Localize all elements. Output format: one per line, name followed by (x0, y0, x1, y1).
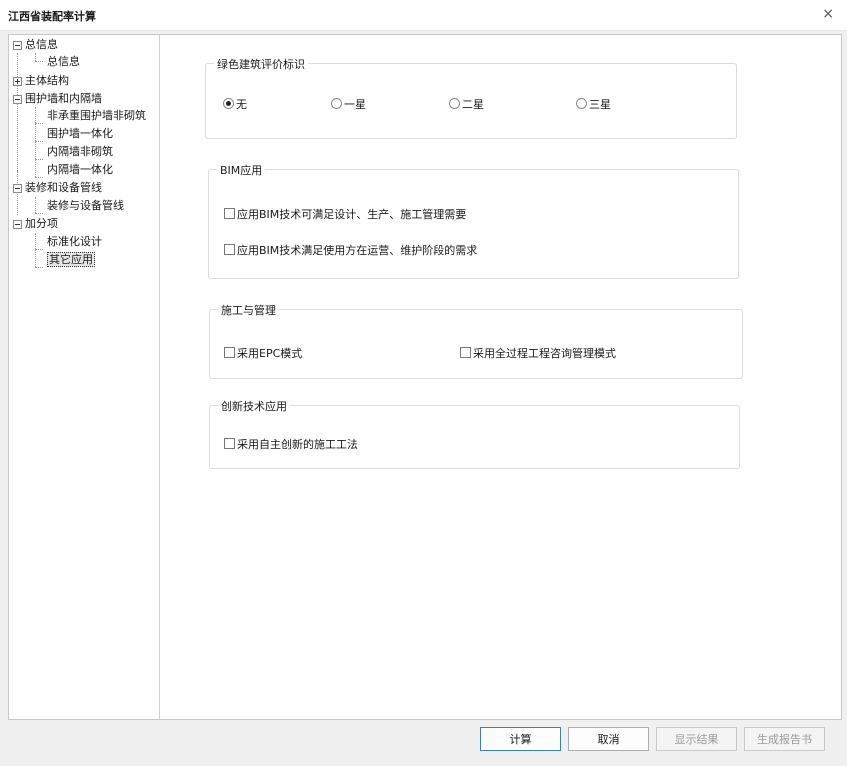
generate-report-button[interactable]: 生成报告书 (744, 727, 825, 751)
tree-node-main-structure[interactable]: 主体结构 (13, 73, 69, 89)
innovation-title: 创新技术应用 (218, 398, 290, 414)
calculate-button[interactable]: 计算 (480, 727, 561, 751)
show-result-button[interactable]: 显示结果 (656, 727, 737, 751)
collapse-icon[interactable] (13, 219, 22, 229)
checkbox-icon (224, 208, 235, 219)
checkbox-innovation[interactable]: 采用自主创新的施工工法 (224, 436, 358, 452)
green-rating-title: 绿色建筑评价标识 (214, 56, 308, 72)
collapse-icon[interactable] (13, 40, 22, 50)
checkbox-bim-operation[interactable]: 应用BIM技术满足使用方在运营、维护阶段的需求 (224, 242, 477, 258)
radio-icon (331, 98, 342, 109)
tree-leaf-partition-nonmasonry[interactable]: 内隔墙非砌筑 (47, 144, 113, 160)
tree-leaf-nonload-wall[interactable]: 非承重围护墙非砌筑 (47, 108, 146, 124)
tree-leaf-partition-integration[interactable]: 内隔墙一体化 (47, 162, 113, 178)
cancel-button[interactable]: 取消 (568, 727, 649, 751)
bim-title: BIM应用 (217, 162, 266, 178)
tree-leaf-decoration-pipes[interactable]: 装修与设备管线 (47, 198, 124, 214)
collapse-icon[interactable] (13, 183, 22, 193)
construction-title: 施工与管理 (218, 302, 279, 318)
tree-node-decoration[interactable]: 装修和设备管线 (13, 180, 102, 196)
green-rating-group: 绿色建筑评价标识 无 一星 二星 三星 (205, 56, 737, 139)
radio-two-star[interactable]: 二星 (449, 96, 484, 112)
radio-none[interactable]: 无 (223, 96, 247, 112)
checkbox-epc[interactable]: 采用EPC模式 (224, 345, 302, 361)
tree-leaf-standard-design[interactable]: 标准化设计 (47, 234, 102, 250)
nav-tree: 总信息 总信息 主体结构 围护墙和内隔墙 非承重围护墙非砌筑 围护墙一体化 内隔… (9, 35, 160, 719)
collapse-icon[interactable] (13, 94, 22, 104)
checkbox-icon (224, 438, 235, 449)
radio-icon (576, 98, 587, 109)
radio-three-star[interactable]: 三星 (576, 96, 611, 112)
close-icon[interactable]: × (822, 6, 834, 22)
tree-node-bonus[interactable]: 加分项 (13, 216, 58, 232)
checkbox-icon (224, 347, 235, 358)
main-panel: 总信息 总信息 主体结构 围护墙和内隔墙 非承重围护墙非砌筑 围护墙一体化 内隔… (8, 34, 842, 720)
innovation-group: 创新技术应用 采用自主创新的施工工法 (209, 398, 740, 469)
title-bar: 江西省装配率计算 × (0, 0, 847, 31)
construction-group: 施工与管理 采用EPC模式 采用全过程工程咨询管理模式 (209, 302, 743, 379)
radio-selected-icon (223, 98, 234, 109)
expand-icon[interactable] (13, 76, 22, 86)
radio-one-star[interactable]: 一星 (331, 96, 366, 112)
radio-icon (449, 98, 460, 109)
tree-leaf-wall-integration[interactable]: 围护墙一体化 (47, 126, 113, 142)
tree-node-walls[interactable]: 围护墙和内隔墙 (13, 91, 102, 107)
checkbox-full-process[interactable]: 采用全过程工程咨询管理模式 (460, 345, 616, 361)
bim-group: BIM应用 应用BIM技术可满足设计、生产、施工管理需要 应用BIM技术满足使用… (208, 162, 739, 279)
tree-leaf-other-apps[interactable]: 其它应用 (47, 252, 95, 268)
checkbox-icon (224, 244, 235, 255)
checkbox-icon (460, 347, 471, 358)
checkbox-bim-design[interactable]: 应用BIM技术可满足设计、生产、施工管理需要 (224, 206, 466, 222)
window-title: 江西省装配率计算 (8, 10, 96, 23)
tree-node-general[interactable]: 总信息 (13, 37, 58, 53)
tree-leaf-general-info[interactable]: 总信息 (47, 54, 80, 70)
